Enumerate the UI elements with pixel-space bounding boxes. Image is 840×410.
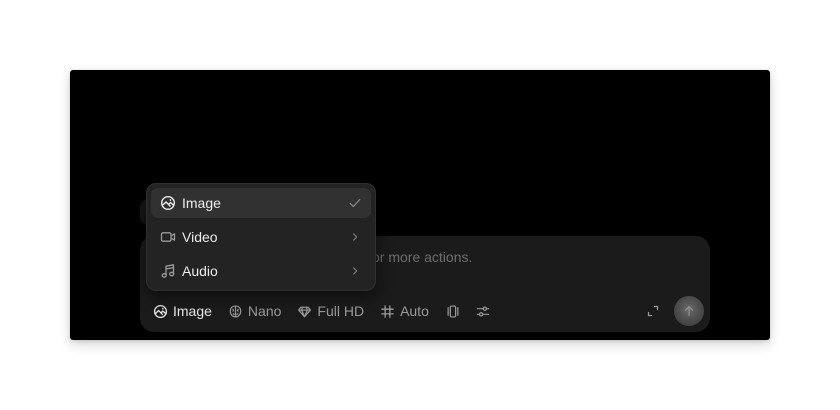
carousel-icon xyxy=(447,304,459,318)
image-icon xyxy=(160,195,176,211)
menu-item-label: Image xyxy=(182,195,221,211)
menu-item-video[interactable]: Video xyxy=(151,222,371,252)
brain-icon xyxy=(229,304,242,318)
expand-button[interactable] xyxy=(645,303,661,319)
check-icon xyxy=(349,198,361,208)
mode-label: Image xyxy=(173,303,212,319)
variations-button[interactable] xyxy=(445,304,461,319)
generation-type-menu: Image Video Audio xyxy=(146,183,376,291)
hash-icon xyxy=(381,304,394,318)
model-label: Nano xyxy=(247,303,282,319)
chevron-right-icon xyxy=(353,233,358,241)
send-button[interactable] xyxy=(674,296,704,326)
quality-selector-button[interactable]: Full HD xyxy=(297,303,364,319)
menu-item-label: Video xyxy=(182,229,218,245)
mode-selector-button[interactable]: Image xyxy=(153,303,212,319)
aspect-ratio-button[interactable]: Auto xyxy=(380,303,429,319)
expand-icon xyxy=(647,305,659,317)
prompt-placeholder: or more actions. xyxy=(372,249,473,265)
menu-item-image[interactable]: Image xyxy=(151,188,371,218)
composer-toolbar: Image Nano Full HD Auto xyxy=(153,300,505,322)
chevron-right-icon xyxy=(353,267,358,275)
music-note-icon xyxy=(161,264,175,278)
quality-label: Full HD xyxy=(317,303,365,319)
menu-item-audio[interactable]: Audio xyxy=(151,256,371,286)
sliders-icon xyxy=(476,305,490,317)
diamond-icon xyxy=(298,306,312,317)
menu-item-label: Audio xyxy=(182,263,218,279)
arrow-up-icon xyxy=(684,305,694,317)
video-icon xyxy=(160,232,176,242)
model-selector-button[interactable]: Nano xyxy=(228,303,281,319)
image-icon xyxy=(153,304,168,318)
settings-button[interactable] xyxy=(475,304,491,319)
aspect-label: Auto xyxy=(400,303,429,319)
